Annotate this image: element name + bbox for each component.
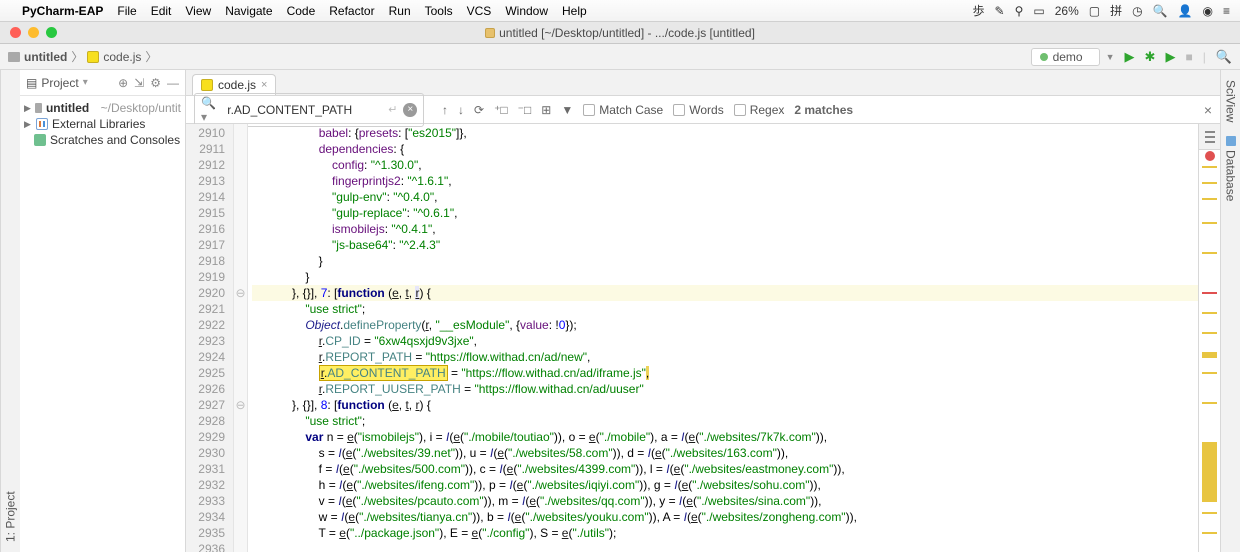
match-count: 2 matches [794,103,853,117]
breadcrumb-separator: 〉 [145,48,157,65]
input-method-icon[interactable]: 拼 [1110,2,1122,19]
filter-icon[interactable]: ▼ [561,103,573,117]
siri-icon[interactable]: ◉ [1203,4,1213,18]
library-icon [36,118,48,130]
editor-tab-code-js[interactable]: code.js × [192,74,276,95]
run-config-selector[interactable]: demo [1031,48,1100,66]
right-tool-window-bar[interactable]: SciView Database [1220,70,1240,552]
file-icon [485,28,495,38]
window-title: untitled [~/Desktop/untitled] - .../code… [0,26,1240,40]
run-button[interactable]: ▶ [1125,49,1135,65]
marker-strip-menu-icon[interactable] [1199,124,1220,150]
left-tool-window-bar[interactable]: 1: Project [0,70,20,552]
select-occurrences-icon[interactable]: ⊞ [541,103,551,117]
project-panel-title[interactable]: ▤ Project ▾ [26,76,88,90]
debug-button[interactable]: ✱ [1145,49,1156,65]
project-tool-window: ▤ Project ▾ ⊕ ⇲ ⚙ — ▶ untitled ~/Desktop… [20,70,186,552]
scratch-icon [34,134,46,146]
clear-search-icon[interactable]: × [403,103,417,117]
remove-selection-icon[interactable]: ⁻□ [518,103,532,117]
tab-label: code.js [218,78,256,92]
wifi-icon[interactable]: ⚲ [1015,4,1024,18]
menu-file[interactable]: File [117,4,136,18]
search-icon: 🔍▾ [201,96,221,124]
bluetooth-icon[interactable]: 歩 [973,2,985,19]
editor-marker-strip [1198,124,1220,552]
coverage-button[interactable]: ▶ [1165,49,1175,65]
window-titlebar: untitled [~/Desktop/untitled] - .../code… [0,22,1240,44]
find-input-wrapper[interactable]: 🔍▾ ↵ × [194,93,424,127]
menu-help[interactable]: Help [562,4,587,18]
search-everywhere-button[interactable]: 🔍 [1216,49,1232,65]
user-icon[interactable]: 👤 [1178,4,1193,18]
folder-icon [35,103,42,113]
tool-tab-database[interactable]: Database [1222,132,1240,205]
match-case-checkbox[interactable]: Match Case [583,103,663,117]
collapse-all-icon[interactable]: ⇲ [134,76,144,90]
close-tab-icon[interactable]: × [261,79,267,91]
tool-tab-project[interactable]: 1: Project [2,487,20,546]
project-tree[interactable]: ▶ untitled ~/Desktop/untit ▶ External Li… [20,96,185,152]
notification-center-icon[interactable]: ≡ [1223,4,1230,18]
clock-icon[interactable]: ◷ [1132,4,1142,18]
js-file-icon [201,79,213,91]
tree-root[interactable]: ▶ untitled ~/Desktop/untit [20,100,185,116]
run-config-name: demo [1053,50,1083,64]
display-icon[interactable]: ▭ [1033,4,1044,18]
menu-window[interactable]: Window [505,4,548,18]
regex-checkbox[interactable]: Regex [734,103,785,117]
menu-edit[interactable]: Edit [151,4,172,18]
menu-vcs[interactable]: VCS [467,4,492,18]
folder-icon [8,52,20,62]
menu-tools[interactable]: Tools [425,4,453,18]
macos-menubar: PyCharm-EAP File Edit View Navigate Code… [0,0,1240,22]
menu-navigate[interactable]: Navigate [225,4,272,18]
breadcrumb-file[interactable]: code.js [103,50,141,64]
analysis-status-icon[interactable] [1199,150,1220,162]
js-file-icon [87,51,99,63]
find-input[interactable] [227,103,382,117]
tree-scratches[interactable]: Scratches and Consoles [20,132,185,148]
navigation-bar: untitled 〉 code.js 〉 demo ▼ ▶ ✱ ▶ ■ | 🔍 [0,44,1240,70]
menu-code[interactable]: Code [287,4,316,18]
editor-area: code.js × 🔍▾ ↵ × ↑ ↓ ⟳ ⁺□ ⁻□ ⊞ ▼ Match C… [186,70,1220,552]
breadcrumb[interactable]: untitled 〉 code.js 〉 [8,48,157,65]
run-config-status-icon [1040,53,1048,61]
close-find-bar-icon[interactable]: × [1204,102,1212,118]
tree-external-libs[interactable]: ▶ External Libraries [20,116,185,132]
fold-gutter[interactable]: ⊖⊖ [234,124,248,552]
battery-percent[interactable]: 26% [1055,4,1079,18]
stop-button[interactable]: ■ [1185,50,1192,64]
newline-icon[interactable]: ↵ [388,103,397,116]
divider: | [1203,50,1206,64]
spotlight-icon[interactable]: 🔍 [1153,4,1168,18]
settings-icon[interactable]: ⚙ [150,76,161,90]
find-bar: 🔍▾ ↵ × ↑ ↓ ⟳ ⁺□ ⁻□ ⊞ ▼ Match Case Words … [186,96,1220,124]
scroll-from-source-icon[interactable]: ⊕ [118,76,128,90]
tool-tab-sciview[interactable]: SciView [1222,76,1240,126]
breadcrumb-root[interactable]: untitled [24,50,67,64]
add-selection-icon[interactable]: ⁺□ [494,103,508,117]
code-editor[interactable]: babel: {presets: ["es2015"]}, dependenci… [248,124,1198,552]
next-match-icon[interactable]: ↓ [458,103,464,117]
pencil-icon[interactable]: ✎ [995,4,1005,18]
hide-panel-icon[interactable]: — [167,76,179,90]
menu-refactor[interactable]: Refactor [329,4,374,18]
database-icon [1226,136,1236,146]
app-name[interactable]: PyCharm-EAP [22,4,103,18]
battery-icon[interactable]: ▢ [1089,4,1100,18]
prev-match-icon[interactable]: ↑ [442,103,448,117]
menu-view[interactable]: View [185,4,211,18]
menu-run[interactable]: Run [389,4,411,18]
words-checkbox[interactable]: Words [673,103,723,117]
select-all-icon[interactable]: ⟳ [474,103,484,117]
breadcrumb-separator: 〉 [71,48,83,65]
run-config-dropdown-icon[interactable]: ▼ [1106,52,1115,62]
line-number-gutter[interactable]: 2910291129122913291429152916291729182919… [186,124,234,552]
